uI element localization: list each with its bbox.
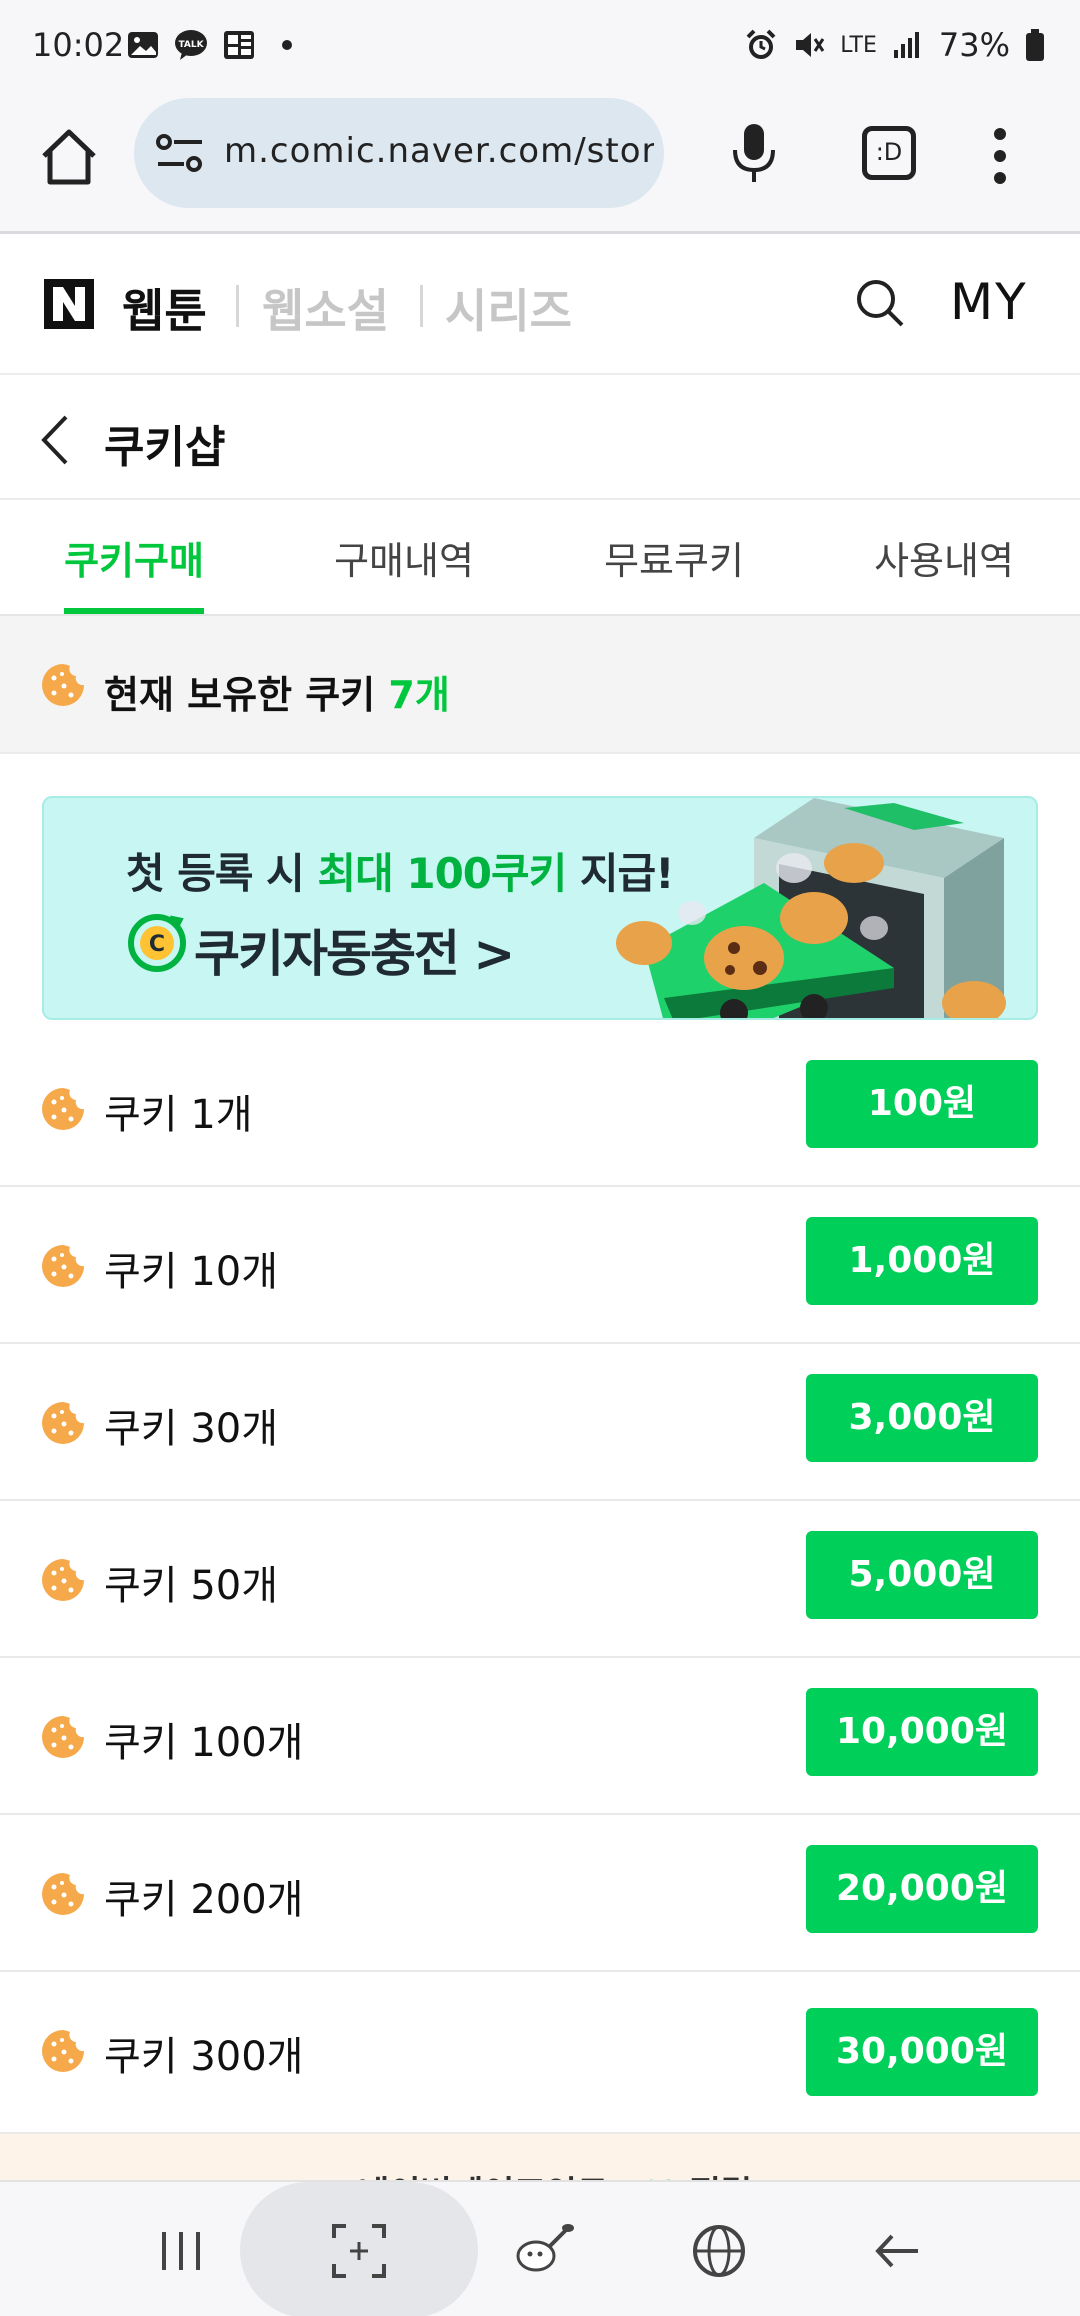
recent-apps-icon[interactable] bbox=[146, 2216, 216, 2286]
buy-button[interactable]: 5,000원 bbox=[806, 1531, 1038, 1619]
site-settings-icon[interactable] bbox=[154, 132, 206, 176]
address-bar[interactable]: m.comic.naver.com/store bbox=[134, 98, 664, 208]
shop-tab-bar: 쿠키구매 구매내역 무료쿠키 사용내역 bbox=[0, 500, 1080, 616]
banner-prefix: 첫 등록 시 bbox=[126, 849, 318, 898]
cookie-icon bbox=[42, 664, 84, 706]
buy-button[interactable]: 3,000원 bbox=[806, 1374, 1038, 1462]
search-icon[interactable] bbox=[854, 277, 906, 329]
product-row: 쿠키 30개 3,000원 bbox=[0, 1344, 1080, 1501]
cookie-icon bbox=[42, 1088, 84, 1130]
svg-text:C: C bbox=[149, 932, 165, 957]
active-tab-indicator bbox=[64, 608, 204, 614]
buy-button[interactable]: 20,000원 bbox=[806, 1845, 1038, 1933]
tab-buy-cookies[interactable]: 쿠키구매 bbox=[64, 530, 204, 585]
battery-icon bbox=[1026, 29, 1044, 61]
mascot-app-icon[interactable] bbox=[506, 2216, 576, 2286]
cookie-balance: 현재 보유한 쿠키 7개 bbox=[0, 616, 1080, 754]
signal-icon bbox=[893, 32, 919, 58]
buy-button[interactable]: 100원 bbox=[806, 1060, 1038, 1148]
site-tab-webtoon[interactable]: 웹툰 bbox=[122, 275, 207, 341]
product-name: 쿠키 50개 bbox=[104, 1563, 279, 1609]
site-tab-series[interactable]: 시리즈 bbox=[445, 275, 572, 341]
buy-button[interactable]: 30,000원 bbox=[806, 2008, 1038, 2096]
product-name: 쿠키 1개 bbox=[104, 1092, 253, 1138]
product-name: 쿠키 200개 bbox=[104, 1877, 304, 1923]
product-row: 쿠키 200개 20,000원 bbox=[0, 1815, 1080, 1972]
dot-icon bbox=[282, 40, 292, 50]
balance-label: 현재 보유한 쿠키 bbox=[104, 673, 376, 717]
divider bbox=[236, 285, 239, 327]
balance-count: 7개 bbox=[388, 673, 450, 717]
cookie-icon bbox=[42, 1559, 84, 1601]
site-tab-webnovel[interactable]: 웹소설 bbox=[262, 275, 389, 341]
site-header: 웹툰 웹소설 시리즈 MY bbox=[0, 237, 1080, 375]
tab-switcher-button[interactable]: :D bbox=[862, 126, 916, 180]
back-icon[interactable] bbox=[862, 2216, 932, 2286]
product-row: 쿠키 10개 1,000원 bbox=[0, 1187, 1080, 1344]
alarm-icon bbox=[746, 29, 776, 59]
balance-text: 현재 보유한 쿠키 7개 bbox=[104, 664, 450, 719]
my-button[interactable]: MY bbox=[950, 273, 1028, 331]
status-notification-icons: TALK bbox=[126, 28, 304, 62]
cookie-icon bbox=[42, 1402, 84, 1444]
globe-icon[interactable] bbox=[684, 2216, 754, 2286]
buy-button[interactable]: 1,000원 bbox=[806, 1217, 1038, 1305]
talk-icon: TALK bbox=[175, 30, 207, 60]
battery-percent: 73% bbox=[938, 26, 1010, 64]
product-name: 쿠키 30개 bbox=[104, 1406, 279, 1452]
naver-logo[interactable] bbox=[44, 279, 94, 329]
widget-icon bbox=[224, 31, 254, 59]
tab-free-cookies[interactable]: 무료쿠키 bbox=[604, 530, 744, 585]
product-name: 쿠키 100개 bbox=[104, 1720, 304, 1766]
status-time: 10:02 bbox=[32, 26, 125, 64]
tab-purchase-history[interactable]: 구매내역 bbox=[334, 530, 474, 585]
status-bar: 10:02 TALK LTE 73% bbox=[0, 0, 1080, 96]
product-row: 쿠키 300개 30,000원 bbox=[0, 1972, 1080, 2134]
buy-button[interactable]: 10,000원 bbox=[806, 1688, 1038, 1776]
divider bbox=[420, 285, 423, 327]
browser-toolbar: m.comic.naver.com/store :D bbox=[0, 96, 1080, 234]
url-text: m.comic.naver.com/store bbox=[224, 131, 654, 171]
cookie-icon bbox=[42, 1716, 84, 1758]
page-title: 쿠키샵 bbox=[104, 422, 226, 473]
system-navigation-bar bbox=[0, 2180, 1080, 2316]
gallery-icon bbox=[128, 32, 158, 58]
cookie-icon bbox=[42, 1873, 84, 1915]
more-options-icon[interactable] bbox=[990, 126, 1010, 186]
mute-icon bbox=[796, 33, 825, 57]
back-arrow-icon[interactable] bbox=[36, 413, 76, 467]
product-row: 쿠키 100개 10,000원 bbox=[0, 1658, 1080, 1815]
product-row: 쿠키 1개 100원 bbox=[0, 1030, 1080, 1187]
cookie-oven-illustration bbox=[616, 798, 1006, 1018]
banner-title: 쿠키자동충전 > bbox=[194, 925, 515, 983]
svg-text:TALK: TALK bbox=[178, 40, 204, 50]
auto-charge-banner[interactable]: 첫 등록 시 최대 100쿠키 지급! C 쿠키자동충전 > bbox=[42, 796, 1038, 1020]
page-header: 쿠키샵 bbox=[0, 375, 1080, 500]
banner-highlight: 최대 100쿠키 bbox=[317, 849, 567, 898]
tab-usage-history[interactable]: 사용내역 bbox=[874, 530, 1014, 585]
status-system-icons: LTE 73% bbox=[744, 26, 1046, 64]
screenshot-capture-icon[interactable] bbox=[324, 2216, 394, 2286]
microphone-icon[interactable] bbox=[730, 122, 778, 184]
product-row: 쿠키 50개 5,000원 bbox=[0, 1501, 1080, 1658]
cookie-icon bbox=[42, 2030, 84, 2072]
network-type: LTE bbox=[840, 32, 877, 58]
cookie-icon bbox=[42, 1245, 84, 1287]
home-icon[interactable] bbox=[38, 126, 100, 188]
auto-charge-logo-icon: C bbox=[128, 914, 186, 972]
product-name: 쿠키 300개 bbox=[104, 2034, 304, 2080]
product-name: 쿠키 10개 bbox=[104, 1249, 279, 1295]
